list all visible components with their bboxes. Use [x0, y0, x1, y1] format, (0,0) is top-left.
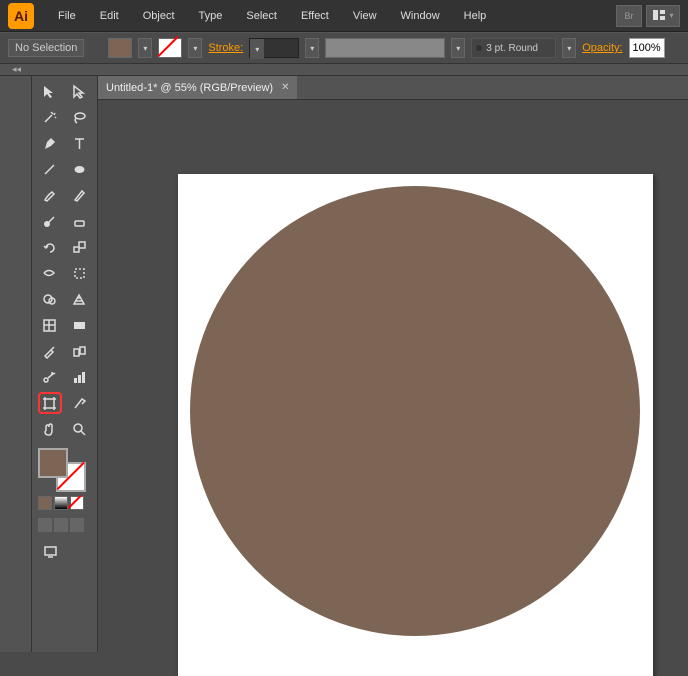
panel-collapse-strip: ◂◂: [0, 64, 688, 76]
slice-tool[interactable]: [68, 392, 91, 414]
stroke-weight-field[interactable]: [249, 38, 299, 58]
style-dropdown[interactable]: [562, 38, 576, 58]
vstroke-dropdown[interactable]: [305, 38, 319, 58]
rotate-tool[interactable]: [38, 236, 62, 258]
fill-color-swatch[interactable]: [38, 448, 68, 478]
collapsed-panel-dock[interactable]: [0, 76, 32, 652]
eraser-tool[interactable]: [68, 210, 92, 232]
arrange-documents-button[interactable]: ▾: [646, 5, 680, 27]
document-tab[interactable]: Untitled-1* @ 55% (RGB/Preview) ✕: [98, 76, 297, 99]
color-mode-swatch[interactable]: [38, 496, 52, 510]
canvas-area: Untitled-1* @ 55% (RGB/Preview) ✕: [98, 76, 688, 652]
symbol-sprayer-tool[interactable]: [38, 366, 62, 388]
tools-panel: [32, 76, 98, 652]
menu-file[interactable]: File: [48, 4, 86, 28]
menu-help[interactable]: Help: [454, 4, 497, 28]
stroke-dropdown[interactable]: [188, 38, 202, 58]
pen-tool[interactable]: [38, 132, 62, 154]
drawing-mode-normal[interactable]: [38, 518, 52, 532]
drawing-mode-behind[interactable]: [54, 518, 68, 532]
gradient-tool[interactable]: [68, 314, 92, 336]
fill-stroke-swatches[interactable]: [38, 448, 86, 492]
zoom-tool[interactable]: [68, 418, 92, 440]
titlebar: Ai File Edit Object Type Select Effect V…: [0, 0, 688, 32]
column-graph-tool[interactable]: [68, 366, 92, 388]
magic-wand-tool[interactable]: [38, 106, 62, 128]
menu-edit[interactable]: Edit: [90, 4, 129, 28]
selection-tool[interactable]: [38, 80, 62, 102]
fill-swatch[interactable]: [108, 38, 132, 58]
drawing-mode-inside[interactable]: [70, 518, 84, 532]
none-mode-swatch[interactable]: [70, 496, 84, 510]
blend-tool[interactable]: [68, 340, 92, 362]
arrange-icon: [652, 8, 667, 23]
menu-effect[interactable]: Effect: [291, 4, 339, 28]
brush-dropdown[interactable]: [451, 38, 465, 58]
shape-builder-tool[interactable]: [38, 288, 62, 310]
menu-type[interactable]: Type: [189, 4, 233, 28]
style-preset-field[interactable]: 3 pt. Round: [471, 38, 556, 58]
artboard-tool[interactable]: [38, 392, 62, 414]
eyedropper-tool[interactable]: [38, 340, 62, 362]
stroke-swatch[interactable]: [158, 38, 182, 58]
artboard-viewport[interactable]: [98, 100, 688, 652]
circle-shape[interactable]: [190, 186, 640, 636]
app-logo: Ai: [8, 3, 34, 29]
line-segment-tool[interactable]: [38, 158, 62, 180]
scale-tool[interactable]: [68, 236, 92, 258]
brush-definition-field[interactable]: [325, 38, 445, 58]
lasso-tool[interactable]: [68, 106, 92, 128]
selection-status: No Selection: [8, 39, 84, 57]
direct-selection-tool[interactable]: [68, 80, 92, 102]
perspective-grid-tool[interactable]: [68, 288, 92, 310]
control-bar: No Selection Stroke: 3 pt. Round Opacity…: [0, 32, 688, 64]
document-tab-bar: Untitled-1* @ 55% (RGB/Preview) ✕: [98, 76, 688, 100]
close-tab-icon[interactable]: ✕: [281, 82, 289, 93]
stroke-label[interactable]: Stroke:: [208, 42, 243, 54]
paintbrush-tool[interactable]: [38, 184, 62, 206]
blob-brush-tool[interactable]: [38, 210, 62, 232]
menu-window[interactable]: Window: [391, 4, 450, 28]
type-tool[interactable]: [68, 132, 92, 154]
screen-mode-button[interactable]: [38, 540, 62, 562]
artboard[interactable]: [178, 174, 653, 676]
bridge-button[interactable]: Br: [616, 5, 642, 27]
hand-tool[interactable]: [38, 418, 62, 440]
document-tab-title: Untitled-1* @ 55% (RGB/Preview): [106, 82, 273, 94]
width-tool[interactable]: [38, 262, 62, 284]
workspace: Untitled-1* @ 55% (RGB/Preview) ✕: [0, 76, 688, 652]
opacity-label[interactable]: Opacity:: [582, 42, 622, 54]
fill-dropdown[interactable]: [138, 38, 152, 58]
free-transform-tool[interactable]: [68, 262, 92, 284]
ellipse-tool[interactable]: [68, 158, 92, 180]
menu-object[interactable]: Object: [133, 4, 185, 28]
menu-select[interactable]: Select: [236, 4, 287, 28]
mesh-tool[interactable]: [38, 314, 62, 336]
menu-view[interactable]: View: [343, 4, 387, 28]
pencil-tool[interactable]: [68, 184, 92, 206]
expand-panels-icon[interactable]: ◂◂: [0, 64, 33, 75]
gradient-mode-swatch[interactable]: [54, 496, 68, 510]
opacity-field[interactable]: 100%: [629, 38, 665, 58]
